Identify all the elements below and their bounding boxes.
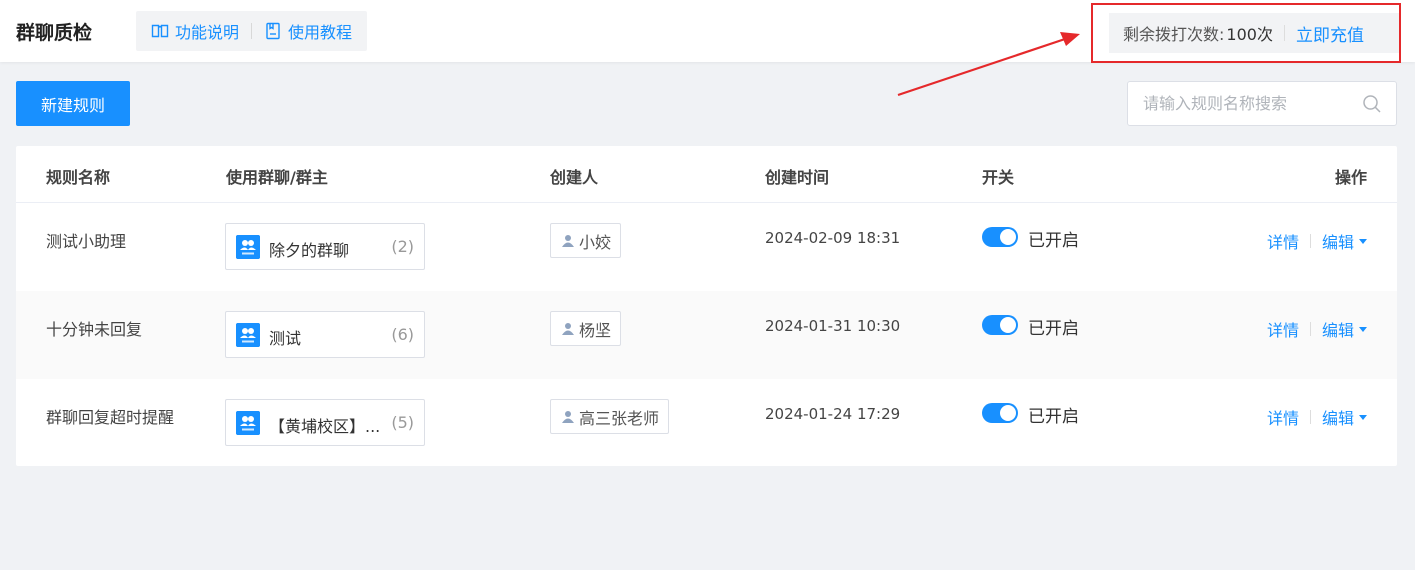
toggle-status: 已开启 [1028, 319, 1079, 339]
group-chat-icon [236, 411, 260, 435]
creator-tag: 小姣 [550, 223, 622, 258]
rule-name: 群聊回复超时提醒 [46, 408, 175, 427]
annotation-arrow [897, 32, 1080, 97]
credits-value: 100次 [1226, 25, 1273, 44]
group-count: (5) [391, 413, 414, 432]
toggle-knob [1000, 317, 1016, 333]
rule-name: 测试小助理 [46, 232, 127, 251]
column-header-rule-name: 规则名称 [46, 168, 111, 187]
enabled-toggle[interactable] [982, 227, 1018, 247]
caret-down-icon [1359, 238, 1367, 244]
recharge-link[interactable]: 立即充值 [1296, 21, 1364, 46]
divider [1283, 25, 1285, 41]
column-header-creator: 创建人 [550, 168, 599, 187]
enabled-toggle[interactable] [982, 403, 1018, 423]
edit-label: 编辑 [1321, 233, 1354, 252]
credits-panel: 剩余拨打次数: 100次 立即充值 [1109, 13, 1399, 53]
new-rule-button[interactable]: 新建规则 [16, 81, 130, 126]
user-icon [562, 322, 574, 335]
detail-link[interactable]: 详情 [1267, 229, 1299, 253]
created-time: 2024-02-09 18:31 [765, 229, 901, 247]
group-count: (6) [391, 325, 414, 344]
divider [1309, 234, 1311, 248]
credits-highlight: 剩余拨打次数: 100次 立即充值 [1091, 3, 1401, 63]
created-time: 2024-01-31 10:30 [765, 317, 901, 335]
column-header-actions: 操作 [1334, 168, 1367, 187]
detail-link[interactable]: 详情 [1267, 317, 1299, 341]
search-icon[interactable] [1362, 94, 1382, 114]
group-chat-icon [236, 323, 260, 347]
divider [251, 23, 253, 39]
edit-dropdown[interactable]: 编辑 [1322, 229, 1367, 253]
creator-name: 高三张老师 [579, 408, 660, 428]
user-icon [562, 234, 574, 247]
creator-tag: 杨坚 [550, 311, 622, 346]
divider [1309, 410, 1311, 424]
caret-down-icon [1359, 414, 1367, 420]
column-header-switch: 开关 [982, 168, 1015, 187]
edit-label: 编辑 [1321, 321, 1354, 340]
search-input[interactable] [1128, 82, 1356, 125]
rules-table: 规则名称 使用群聊/群主 创建人 创建时间 开关 操作 测试小助理 除夕的群聊 … [16, 146, 1397, 466]
row-actions: 详情 编辑 [1267, 229, 1367, 253]
creator-tag: 高三张老师 [550, 399, 670, 434]
row-actions: 详情 编辑 [1267, 317, 1367, 341]
credits-label: 剩余拨打次数: [1123, 25, 1225, 44]
edit-label: 编辑 [1321, 409, 1354, 428]
column-header-created-time: 创建时间 [765, 168, 830, 187]
feature-description-label: 功能说明 [175, 23, 240, 42]
group-tag: 【黄埔校区】... (5) [225, 399, 425, 446]
table-row: 群聊回复超时提醒 【黄埔校区】... (5) 高三张老师 2024-01-24 … [16, 379, 1397, 467]
group-tag: 测试 (6) [225, 311, 425, 358]
group-name: 测试 [269, 329, 302, 348]
edit-dropdown[interactable]: 编辑 [1322, 317, 1367, 341]
toggle-status: 已开启 [1028, 407, 1079, 427]
rule-name: 十分钟未回复 [46, 320, 143, 339]
divider [1309, 322, 1311, 336]
group-chat-icon [236, 235, 260, 259]
document-icon [266, 22, 280, 40]
search-box [1127, 81, 1397, 126]
toggle-status: 已开启 [1028, 231, 1079, 251]
created-time: 2024-01-24 17:29 [765, 405, 901, 423]
creator-name: 杨坚 [579, 320, 612, 340]
toggle-knob [1000, 405, 1016, 421]
group-name: 【黄埔校区】... [269, 417, 381, 436]
row-actions: 详情 编辑 [1267, 405, 1367, 429]
tutorial-label: 使用教程 [288, 23, 353, 42]
column-header-group: 使用群聊/群主 [226, 168, 328, 187]
table-row: 测试小助理 除夕的群聊 (2) 小姣 2024-02-09 18:31 已开启 … [16, 203, 1397, 291]
table-header: 规则名称 使用群聊/群主 创建人 创建时间 开关 操作 [16, 146, 1397, 203]
table-row: 十分钟未回复 测试 (6) 杨坚 2024-01-31 10:30 已开启 详情… [16, 291, 1397, 379]
caret-down-icon [1359, 326, 1367, 332]
enabled-toggle[interactable] [982, 315, 1018, 335]
feature-description-link[interactable]: 功能说明 [151, 19, 239, 43]
tutorial-link[interactable]: 使用教程 [264, 19, 352, 43]
help-links: 功能说明 使用教程 [136, 11, 368, 51]
group-count: (2) [391, 237, 414, 256]
group-name: 除夕的群聊 [269, 241, 350, 260]
page-title: 群聊质检 [16, 22, 93, 44]
detail-link[interactable]: 详情 [1267, 405, 1299, 429]
group-tag: 除夕的群聊 (2) [225, 223, 425, 270]
book-icon [151, 24, 169, 38]
toggle-knob [1000, 229, 1016, 245]
creator-name: 小姣 [579, 232, 612, 252]
user-icon [562, 410, 574, 423]
edit-dropdown[interactable]: 编辑 [1322, 405, 1367, 429]
